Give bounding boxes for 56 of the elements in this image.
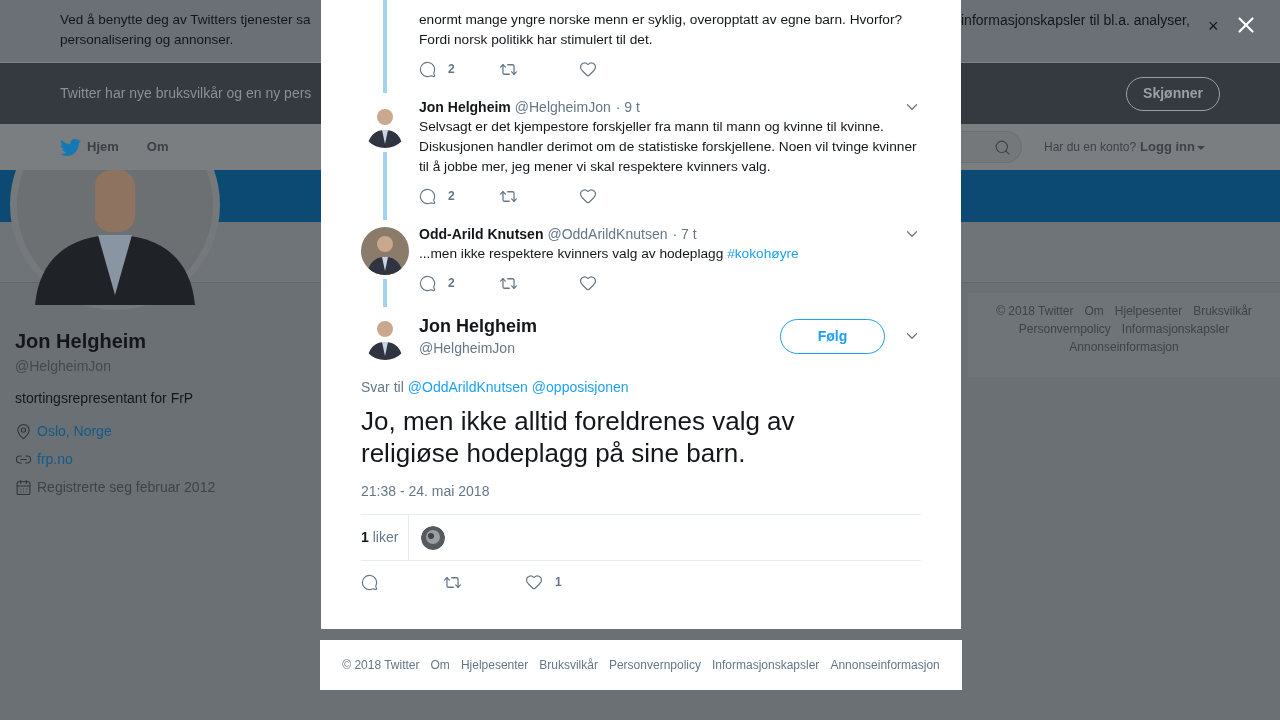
author-name[interactable]: Odd-Arild Knutsen	[419, 223, 544, 245]
reply-icon[interactable]	[361, 573, 378, 591]
footer-link[interactable]: Om	[430, 656, 450, 674]
reply-count: 2	[448, 275, 455, 292]
likes-count[interactable]: 1 liker	[361, 527, 399, 548]
tweet-text: enormt mange yngre norske menn er syklig, overopptatt av egne barn. Hvorfor? Fordi norsk politikk har stimulert til det.	[419, 11, 904, 49]
author-handle: @HelgheimJon	[514, 97, 611, 117]
footer-link[interactable]: Annonseinformasjon	[830, 656, 940, 674]
tweet-time: · 9 t	[615, 97, 640, 117]
tweet-text: Jo, men ikke alltid foreldrenes valg av religiøse hodeplagg på sine barn.	[361, 405, 796, 469]
search-field[interactable]	[961, 131, 1022, 163]
mention-link[interactable]: @opposisjonen	[531, 377, 629, 397]
nav-link[interactable]: Om	[146, 137, 169, 157]
bird-icon	[60, 136, 81, 158]
footer-link[interactable]: Informasjonskapsler	[712, 656, 820, 674]
caret-icon	[1196, 146, 1205, 150]
location-icon	[15, 422, 32, 440]
tweet-time: · 7 t	[672, 224, 697, 244]
account-prompt: Har du en konto?	[1044, 139, 1137, 156]
login-link[interactable]: Logg inn	[1140, 137, 1195, 157]
mention-link[interactable]: @OddArildKnutsen	[407, 377, 528, 397]
like-icon[interactable]	[579, 60, 597, 78]
banner-close[interactable]: ×	[1208, 16, 1219, 36]
tweet-text: ...men ikke respektere kvinners valg av hodeplagg #kokohøyre	[419, 245, 800, 263]
profile-bio: stortingsrepresentant for FrP	[15, 389, 195, 408]
like-icon[interactable]	[579, 187, 597, 205]
banner-text: personalisering og annonser.	[60, 31, 234, 49]
hashtag-link[interactable]: #kokohøyre	[727, 246, 799, 261]
author-handle: @OddArildKnutsen	[547, 224, 668, 244]
tweet-text: Selvsagt er det kjempestore forskjeller fra mann til mann og kvinne til kvinne. Diskusjonen handler derimot om de statistiske forskjellene. Noen vil tvinge kvinner til å jobbe mer, jeg mener vi skal respektere kvinners valg.	[419, 118, 918, 176]
author-handle: @HelgheimJon	[419, 339, 516, 358]
tweet-timestamp: 21:38 - 24. mai 2018	[361, 482, 491, 501]
footer-link[interactable]: Hjelpesenter	[460, 656, 529, 674]
author-name[interactable]: Jon Helgheim	[419, 314, 538, 338]
reply-icon[interactable]	[419, 187, 436, 205]
author-name[interactable]: Jon Helgheim	[419, 96, 511, 118]
profile-name: Jon Helgheim	[15, 329, 148, 354]
footer-link[interactable]: © 2018 Twitter	[342, 656, 420, 674]
like-icon[interactable]	[525, 573, 543, 591]
reply-count: 2	[448, 188, 455, 205]
reply-count: 2	[448, 61, 455, 78]
reply-icon[interactable]	[419, 274, 436, 292]
banner-text: informasjonskapsler til bl.a. analyser,	[961, 11, 1191, 30]
footer-link[interactable]: Bruksvilkår	[539, 656, 598, 674]
profile-link[interactable]: Oslo, Norge	[37, 420, 112, 442]
calendar-icon	[15, 478, 32, 496]
like-icon[interactable]	[579, 274, 597, 292]
banner-text: Twitter har nye bruksvilkår og en ny pers	[60, 84, 312, 103]
profile-link[interactable]: frp.no	[37, 448, 73, 470]
reply-label: Svar til	[361, 378, 404, 397]
nav-link[interactable]: Hjem	[60, 136, 119, 158]
search-icon	[994, 138, 1011, 156]
banner-text: Ved å benytte deg av Twitters tjenester sa	[60, 11, 311, 29]
reply-icon[interactable]	[419, 60, 436, 78]
footer-link[interactable]: Personvernpolicy	[608, 656, 701, 674]
like-count: 1	[555, 574, 562, 591]
